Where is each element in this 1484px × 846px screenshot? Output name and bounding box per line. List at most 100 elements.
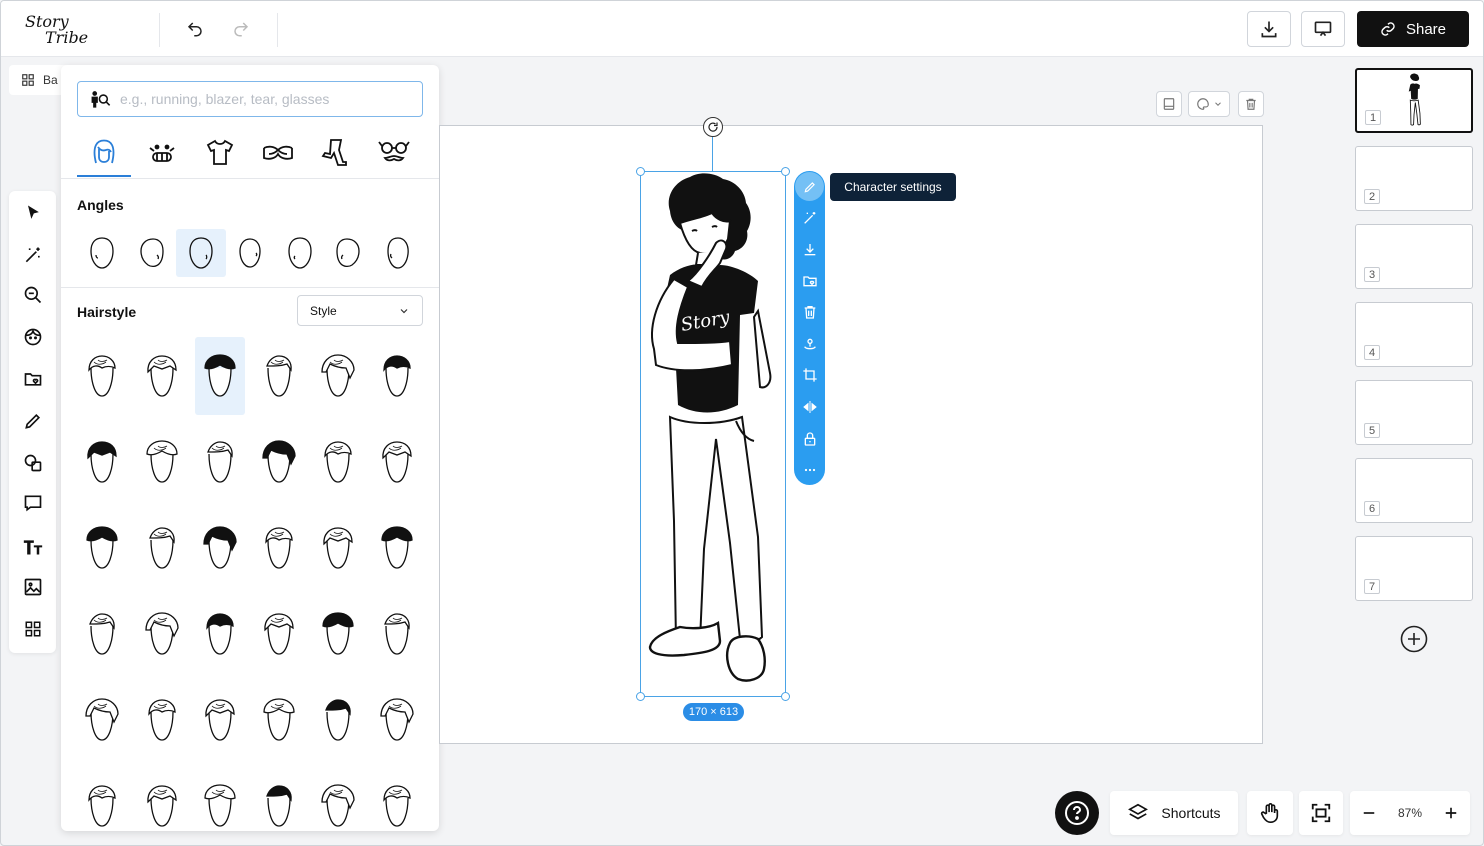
- hairstyle-option[interactable]: [313, 595, 363, 673]
- download-element-button[interactable]: [797, 237, 822, 262]
- hairstyle-option[interactable]: [77, 423, 127, 501]
- tab-hair[interactable]: [77, 127, 131, 177]
- anchor-button[interactable]: [797, 331, 822, 356]
- page-thumbnail[interactable]: 3: [1355, 224, 1473, 289]
- hairstyle-option[interactable]: [77, 595, 127, 673]
- tab-face[interactable]: [135, 127, 189, 177]
- tab-legs[interactable]: [309, 127, 363, 177]
- story-canvas[interactable]: [439, 125, 1263, 744]
- page-thumbnail[interactable]: 7: [1355, 536, 1473, 601]
- hand-tool-button[interactable]: [1247, 791, 1293, 835]
- fit-screen-button[interactable]: [1299, 791, 1343, 835]
- image-tool[interactable]: [17, 571, 49, 603]
- draw-tool[interactable]: [17, 405, 49, 437]
- hairstyle-option[interactable]: [195, 595, 245, 673]
- tab-accessories[interactable]: [367, 127, 421, 177]
- angle-option[interactable]: [77, 229, 127, 277]
- zoom-out-button[interactable]: [1360, 804, 1378, 822]
- page-layout-button[interactable]: [1156, 91, 1182, 117]
- hairstyle-option[interactable]: [313, 767, 363, 831]
- crop-button[interactable]: [797, 362, 822, 387]
- delete-element-button[interactable]: [797, 299, 822, 324]
- download-button[interactable]: [1247, 11, 1291, 47]
- flip-button[interactable]: [797, 394, 822, 419]
- hairstyle-option[interactable]: [195, 509, 245, 587]
- add-page-button[interactable]: [1400, 625, 1428, 653]
- hairstyle-option[interactable]: [137, 509, 187, 587]
- hairstyle-option[interactable]: [372, 595, 422, 673]
- text-tool[interactable]: [17, 531, 49, 563]
- hairstyle-option[interactable]: [137, 337, 187, 415]
- hairstyle-option[interactable]: [313, 509, 363, 587]
- present-button[interactable]: [1301, 11, 1345, 47]
- angle-option[interactable]: [225, 229, 275, 277]
- hairstyle-option[interactable]: [254, 423, 304, 501]
- saved-tool[interactable]: [17, 363, 49, 395]
- background-tab[interactable]: Ba: [9, 65, 69, 95]
- more-button[interactable]: [797, 457, 822, 482]
- more-templates-tool[interactable]: [17, 613, 49, 645]
- zoom-in-button[interactable]: [1442, 804, 1460, 822]
- magic-button[interactable]: [797, 205, 822, 230]
- hairstyle-option[interactable]: [372, 767, 422, 831]
- hairstyle-option[interactable]: [137, 767, 187, 831]
- hairstyle-option[interactable]: [372, 337, 422, 415]
- page-thumbnail[interactable]: 5: [1355, 380, 1473, 445]
- search-box[interactable]: [77, 81, 423, 117]
- character-settings-button[interactable]: [795, 172, 824, 201]
- hairstyle-option[interactable]: [254, 681, 304, 759]
- hairstyle-option[interactable]: [372, 423, 422, 501]
- shapes-tool[interactable]: [17, 447, 49, 479]
- save-to-folder-button[interactable]: [797, 268, 822, 293]
- angle-option[interactable]: [323, 229, 373, 277]
- page-thumbnail[interactable]: 6: [1355, 458, 1473, 523]
- hairstyle-option[interactable]: [77, 337, 127, 415]
- hairstyle-option[interactable]: [77, 509, 127, 587]
- help-button[interactable]: [1055, 791, 1099, 835]
- shortcuts-button[interactable]: Shortcuts: [1110, 791, 1238, 835]
- rotate-handle[interactable]: [703, 117, 723, 137]
- hairstyle-option[interactable]: [137, 595, 187, 673]
- hairstyle-option[interactable]: [195, 423, 245, 501]
- search-character-tool[interactable]: [17, 279, 49, 311]
- angle-option[interactable]: [275, 229, 325, 277]
- hairstyle-option[interactable]: [372, 681, 422, 759]
- hairstyle-option[interactable]: [313, 681, 363, 759]
- hairstyle-option[interactable]: [195, 767, 245, 831]
- angle-option[interactable]: [127, 229, 177, 277]
- hairstyle-option[interactable]: [77, 767, 127, 831]
- style-select[interactable]: Style: [297, 295, 423, 326]
- resize-handle-top-left[interactable]: [636, 167, 645, 176]
- hairstyle-option-selected[interactable]: [195, 337, 245, 415]
- resize-handle-bottom-right[interactable]: [781, 692, 790, 701]
- select-tool[interactable]: [17, 197, 49, 229]
- page-thumbnail[interactable]: 2: [1355, 146, 1473, 211]
- angle-option[interactable]: [373, 229, 423, 277]
- search-input[interactable]: [120, 91, 400, 107]
- hairstyle-option[interactable]: [254, 337, 304, 415]
- hairstyle-option[interactable]: [313, 423, 363, 501]
- page-background-button[interactable]: [1188, 91, 1230, 117]
- delete-page-button[interactable]: [1238, 91, 1264, 117]
- character-tool[interactable]: [17, 321, 49, 353]
- tab-clothes[interactable]: [193, 127, 247, 177]
- tab-arms[interactable]: [251, 127, 305, 177]
- hairstyle-option[interactable]: [137, 423, 187, 501]
- resize-handle-top-right[interactable]: [781, 167, 790, 176]
- share-button[interactable]: Share: [1357, 11, 1469, 47]
- hairstyle-option[interactable]: [195, 681, 245, 759]
- lock-button[interactable]: [797, 426, 822, 451]
- page-thumbnail[interactable]: 1: [1355, 68, 1473, 133]
- hairstyle-option[interactable]: [313, 337, 363, 415]
- hairstyle-option[interactable]: [77, 681, 127, 759]
- redo-button[interactable]: [225, 13, 257, 45]
- hairstyle-option[interactable]: [137, 681, 187, 759]
- hairstyle-option[interactable]: [372, 509, 422, 587]
- undo-button[interactable]: [179, 13, 211, 45]
- hairstyle-option[interactable]: [254, 767, 304, 831]
- speech-bubble-tool[interactable]: [17, 487, 49, 519]
- angle-option-selected[interactable]: [176, 229, 226, 277]
- hairstyle-option[interactable]: [254, 595, 304, 673]
- page-thumbnail[interactable]: 4: [1355, 302, 1473, 367]
- magic-tool[interactable]: [17, 239, 49, 271]
